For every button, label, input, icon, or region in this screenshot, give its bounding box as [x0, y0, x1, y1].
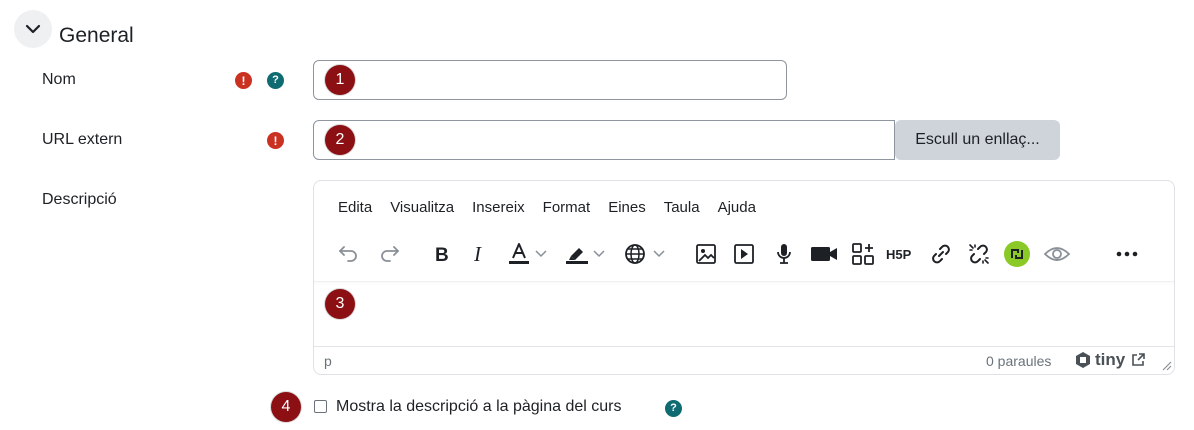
- redo-button[interactable]: [374, 237, 404, 271]
- green-plugin-icon: [1004, 241, 1030, 267]
- required-icon: !: [267, 132, 284, 149]
- insert-link-button[interactable]: [926, 237, 956, 271]
- choose-link-button[interactable]: Escull un enllaç...: [895, 120, 1060, 160]
- name-input[interactable]: [313, 60, 787, 100]
- redo-icon: [381, 246, 399, 262]
- description-label: Descripció: [42, 191, 117, 208]
- section-title: General: [59, 24, 134, 47]
- name-label: Nom: [42, 71, 76, 88]
- step-badge-4: 4: [271, 392, 301, 422]
- tiny-brand[interactable]: tiny: [1074, 350, 1146, 370]
- menu-format[interactable]: Format: [534, 199, 600, 216]
- collapse-section-button[interactable]: [14, 10, 52, 48]
- video-camera-icon: [811, 247, 837, 261]
- menu-insert[interactable]: Insereix: [463, 199, 534, 216]
- chevron-down-icon: [25, 24, 41, 34]
- undo-button[interactable]: [334, 237, 364, 271]
- more-options-button[interactable]: [1112, 237, 1142, 271]
- italic-icon: I: [473, 244, 482, 264]
- menu-tools[interactable]: Eines: [599, 199, 655, 216]
- language-dropdown[interactable]: [652, 237, 666, 271]
- microphone-icon: [777, 244, 791, 264]
- editor-statusbar: p 0 paraules tiny: [314, 346, 1174, 374]
- element-path[interactable]: p: [324, 353, 332, 369]
- content-bank-button[interactable]: [848, 237, 878, 271]
- menu-table[interactable]: Taula: [655, 199, 709, 216]
- text-color-dropdown[interactable]: [534, 237, 548, 271]
- svg-text:H5P: H5P: [886, 247, 912, 262]
- svg-text:B: B: [435, 245, 449, 264]
- preview-button[interactable]: [1040, 237, 1074, 271]
- bold-button[interactable]: B: [426, 237, 456, 271]
- show-description-label[interactable]: Mostra la descripció a la pàgina del cur…: [336, 398, 621, 416]
- svg-text:I: I: [473, 244, 482, 264]
- menu-help[interactable]: Ajuda: [709, 199, 765, 216]
- eye-icon: [1043, 247, 1071, 261]
- help-icon[interactable]: ?: [665, 400, 682, 417]
- highlight-color-dropdown[interactable]: [592, 237, 606, 271]
- url-label: URL extern: [42, 131, 123, 148]
- url-input[interactable]: [313, 120, 895, 160]
- record-audio-button[interactable]: [769, 237, 799, 271]
- word-count[interactable]: 0 paraules: [986, 353, 1051, 369]
- undo-icon: [339, 246, 357, 262]
- step-badge-3: 3: [325, 289, 355, 319]
- text-color-button[interactable]: [504, 237, 534, 271]
- link-icon: [932, 244, 950, 264]
- rich-text-editor: Edita Visualitza Insereix Format Eines T…: [313, 180, 1175, 375]
- record-video-button[interactable]: [807, 237, 841, 271]
- chevron-down-icon: [653, 250, 665, 258]
- chevron-down-icon: [593, 250, 605, 258]
- menu-view[interactable]: Visualitza: [381, 199, 463, 216]
- globe-icon: [625, 244, 645, 264]
- highlighter-icon: [566, 248, 588, 264]
- step-badge-1: 1: [325, 65, 355, 95]
- play-icon: [734, 244, 754, 264]
- insert-image-button[interactable]: [691, 237, 721, 271]
- bold-icon: B: [435, 245, 449, 264]
- image-icon: [696, 244, 716, 264]
- h5p-button[interactable]: H5P: [884, 237, 918, 271]
- language-button[interactable]: [620, 237, 650, 271]
- plugin-highlighted-button[interactable]: [1002, 237, 1032, 271]
- h5p-icon: H5P: [886, 247, 912, 262]
- editor-content-area[interactable]: [314, 281, 1174, 347]
- unlink-button[interactable]: [964, 237, 994, 271]
- tiny-brand-label: tiny: [1095, 350, 1126, 369]
- apps-add-icon: [852, 243, 874, 265]
- editor-menubar: Edita Visualitza Insereix Format Eines T…: [324, 199, 765, 216]
- step-badge-2: 2: [325, 125, 355, 155]
- more-horizontal-icon: [1116, 251, 1138, 257]
- resize-handle-icon[interactable]: [1160, 359, 1172, 371]
- unlink-icon: [969, 244, 989, 264]
- italic-button[interactable]: I: [464, 237, 494, 271]
- help-icon[interactable]: ?: [267, 72, 284, 89]
- menu-edit[interactable]: Edita: [324, 199, 381, 216]
- external-link-icon: [1132, 353, 1146, 366]
- show-description-checkbox[interactable]: [314, 400, 327, 413]
- highlight-color-button[interactable]: [562, 237, 592, 271]
- insert-media-button[interactable]: [729, 237, 759, 271]
- tiny-logo-icon: [1076, 352, 1090, 368]
- required-icon: !: [235, 72, 252, 89]
- chevron-down-icon: [535, 250, 547, 258]
- text-color-icon: [509, 243, 529, 264]
